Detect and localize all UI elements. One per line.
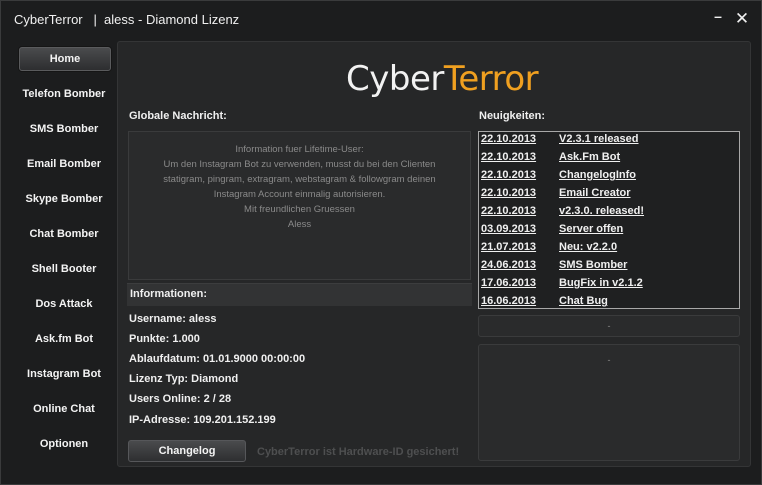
news-title[interactable]: Email Creator [559, 187, 631, 199]
main-panel: CyberTerror Globale Nachricht: Informati… [117, 41, 751, 467]
sidebar-item-home[interactable]: Home [19, 47, 111, 71]
news-date[interactable]: 03.09.2013 [481, 223, 536, 235]
logo: CyberTerror [346, 59, 539, 99]
logo-part-1: Cyber [346, 59, 444, 99]
window-title: CyberTerror | aless - Diamond Lizenz [14, 12, 240, 27]
news-item[interactable]: 24.06.2013 SMS Bomber [481, 259, 737, 277]
app-window: CyberTerror | aless - Diamond Lizenz – ✕… [0, 0, 762, 485]
news-item[interactable]: 16.06.2013 Chat Bug [481, 295, 737, 308]
news-title[interactable]: v2.3.0. released! [559, 205, 644, 217]
message-line: Um den Instagram Bot zu verwenden, musst… [163, 159, 436, 170]
info-license-type: Lizenz Typ: Diamond [129, 373, 239, 385]
news-date[interactable]: 22.10.2013 [481, 187, 536, 199]
sidebar-item-dos-attack[interactable]: Dos Attack [11, 291, 117, 317]
news-title[interactable]: BugFix in v2.1.2 [559, 277, 643, 289]
info-points: Punkte: 1.000 [129, 333, 200, 345]
global-message-box: Information fuer Lifetime-User: Um den I… [128, 131, 471, 280]
info-expiry: Ablaufdatum: 01.01.9000 00:00:00 [129, 353, 306, 365]
sidebar-item-instagram-bot[interactable]: Instagram Bot [11, 361, 117, 387]
news-title[interactable]: SMS Bomber [559, 259, 627, 271]
hwid-notice: CyberTerror ist Hardware-ID gesichert! [257, 446, 460, 458]
news-detail-box: - [478, 344, 740, 461]
message-line: Mit freundlichen Gruessen [244, 204, 355, 215]
message-line: Instagram Account einmalig autorisieren. [213, 189, 386, 200]
sidebar-item-shell-booter[interactable]: Shell Booter [11, 256, 117, 282]
news-title[interactable]: Server offen [559, 223, 623, 235]
info-header: Informationen: [127, 283, 472, 306]
sidebar-item-email-bomber[interactable]: Email Bomber [11, 151, 117, 177]
news-title[interactable]: Ask.Fm Bot [559, 151, 620, 163]
news-title[interactable]: Chat Bug [559, 295, 608, 307]
news-date[interactable]: 16.06.2013 [481, 295, 536, 307]
info-label: Informationen: [130, 288, 207, 300]
info-ip-address: IP-Adresse: 109.201.152.199 [129, 414, 276, 426]
sidebar-item-askfm-bot[interactable]: Ask.fm Bot [11, 326, 117, 352]
message-line: statigram, pingram, extragram, webstagra… [163, 174, 436, 185]
sidebar-item-optionen[interactable]: Optionen [11, 431, 117, 457]
news-date[interactable]: 17.06.2013 [481, 277, 536, 289]
global-message-label: Globale Nachricht: [129, 110, 227, 122]
sidebar-item-chat-bomber[interactable]: Chat Bomber [11, 221, 117, 247]
news-date[interactable]: 22.10.2013 [481, 151, 536, 163]
info-users-online: Users Online: 2 / 28 [129, 393, 232, 405]
news-item[interactable]: 22.10.2013 Ask.Fm Bot [481, 151, 737, 169]
changelog-button[interactable]: Changelog [128, 440, 246, 462]
sidebar-item-skype-bomber[interactable]: Skype Bomber [11, 186, 117, 212]
title-bar[interactable]: CyberTerror | aless - Diamond Lizenz – ✕ [1, 1, 761, 37]
news-item[interactable]: 22.10.2013 v2.3.0. released! [481, 205, 737, 223]
sidebar-item-telefon-bomber[interactable]: Telefon Bomber [11, 81, 117, 107]
news-title[interactable]: ChangelogInfo [559, 169, 636, 181]
info-username: Username: aless [129, 313, 217, 325]
news-date[interactable]: 22.10.2013 [481, 205, 536, 217]
news-item[interactable]: 22.10.2013 Email Creator [481, 187, 737, 205]
close-button[interactable]: ✕ [732, 9, 752, 29]
sidebar-item-online-chat[interactable]: Online Chat [11, 396, 117, 422]
news-title[interactable]: V2.3.1 released [559, 133, 639, 145]
sidebar: Home Telefon Bomber SMS Bomber Email Bom… [11, 41, 117, 471]
news-date[interactable]: 22.10.2013 [481, 169, 536, 181]
logo-part-2: Terror [443, 59, 539, 99]
news-date[interactable]: 21.07.2013 [481, 241, 536, 253]
news-item[interactable]: 03.09.2013 Server offen [481, 223, 737, 241]
news-list[interactable]: 22.10.2013 V2.3.1 released 22.10.2013 Ask.… [478, 131, 740, 309]
news-label: Neuigkeiten: [479, 110, 546, 122]
news-item[interactable]: 21.07.2013 Neu: v2.2.0 [481, 241, 737, 259]
news-item[interactable]: 17.06.2013 BugFix in v2.1.2 [481, 277, 737, 295]
message-line: Aless [287, 219, 312, 230]
sidebar-item-sms-bomber[interactable]: SMS Bomber [11, 116, 117, 142]
news-date[interactable]: 24.06.2013 [481, 259, 536, 271]
message-line: Information fuer Lifetime-User: [235, 144, 364, 155]
news-item[interactable]: 22.10.2013 V2.3.1 released [481, 133, 737, 151]
news-date[interactable]: 22.10.2013 [481, 133, 536, 145]
news-status-bar: - [478, 315, 740, 337]
news-title[interactable]: Neu: v2.2.0 [559, 241, 617, 253]
minimize-button[interactable]: – [708, 9, 728, 29]
news-item[interactable]: 22.10.2013 ChangelogInfo [481, 169, 737, 187]
